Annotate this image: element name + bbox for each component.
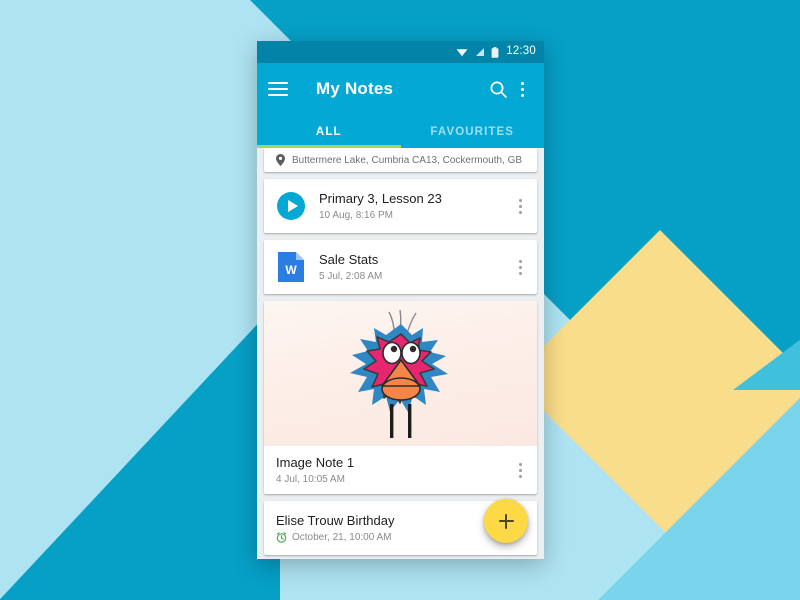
search-icon[interactable]	[485, 76, 511, 102]
wifi-icon	[456, 49, 468, 57]
app-bar: My Notes	[257, 63, 544, 115]
note-texts: Elise Trouw Birthday October, 21, 10:00 …	[276, 513, 511, 543]
note-subtitle: October, 21, 10:00 AM	[276, 532, 511, 543]
wallpaper-background: 12:30 My Notes ALL FAVOURITES Buttermere…	[0, 0, 800, 600]
page-title: My Notes	[316, 79, 394, 98]
tab-all[interactable]: ALL	[257, 115, 401, 148]
list-item-note[interactable]: W Sale Stats 5 Jul, 2:08 AM	[264, 240, 537, 294]
note-date: October, 21, 10:00 AM	[292, 532, 392, 544]
list-item-location[interactable]: Buttermere Lake, Cumbria CA13, Cockermou…	[264, 148, 537, 172]
note-texts: Primary 3, Lesson 23 10 Aug, 8:16 PM	[319, 191, 511, 221]
location-pin-icon	[276, 154, 285, 166]
add-note-fab[interactable]	[484, 499, 528, 543]
add-icon-cross	[498, 520, 514, 522]
tab-bar: ALL FAVOURITES	[257, 115, 544, 148]
signal-icon	[476, 48, 485, 56]
svg-text:W: W	[285, 263, 297, 277]
list-item-image-note[interactable]: Image Note 1 4 Jul, 10:05 AM	[264, 301, 537, 495]
list-item-note[interactable]: Primary 3, Lesson 23 10 Aug, 8:16 PM	[264, 179, 537, 233]
location-text: Buttermere Lake, Cumbria CA13, Cockermou…	[292, 154, 523, 166]
status-bar-clock: 12:30	[506, 45, 536, 58]
note-texts: Image Note 1 4 Jul, 10:05 AM	[276, 455, 511, 485]
note-list[interactable]: Buttermere Lake, Cumbria CA13, Cockermou…	[257, 148, 544, 559]
note-title: Primary 3, Lesson 23	[319, 190, 442, 206]
note-subtitle: 10 Aug, 8:16 PM	[319, 210, 511, 221]
note-date: 5 Jul, 2:08 AM	[319, 271, 383, 283]
phone-screen: 12:30 My Notes ALL FAVOURITES Buttermere…	[257, 41, 544, 559]
note-subtitle: 4 Jul, 10:05 AM	[276, 474, 511, 485]
note-subtitle: 5 Jul, 2:08 AM	[319, 271, 511, 282]
overflow-menu-icon[interactable]	[511, 76, 533, 102]
hamburger-menu-icon[interactable]	[268, 76, 294, 102]
battery-icon	[491, 46, 499, 58]
note-title: Sale Stats	[319, 251, 379, 267]
image-thumbnail	[264, 301, 537, 446]
wallpaper-teal-bottom-left	[0, 300, 280, 600]
overflow-menu-icon[interactable]	[511, 252, 529, 282]
note-date: 4 Jul, 10:05 AM	[276, 474, 345, 486]
word-document-icon: W	[276, 252, 306, 282]
note-texts: Sale Stats 5 Jul, 2:08 AM	[319, 252, 511, 282]
note-date: 10 Aug, 8:16 PM	[319, 210, 393, 222]
status-bar: 12:30	[257, 41, 544, 63]
note-title: Image Note 1	[276, 455, 355, 470]
tab-favourites[interactable]: FAVOURITES	[401, 115, 545, 148]
alarm-clock-icon	[276, 532, 287, 544]
note-title: Elise Trouw Birthday	[276, 513, 395, 529]
overflow-menu-icon[interactable]	[511, 455, 529, 485]
play-circle-icon	[276, 191, 306, 221]
overflow-menu-icon[interactable]	[511, 191, 529, 221]
